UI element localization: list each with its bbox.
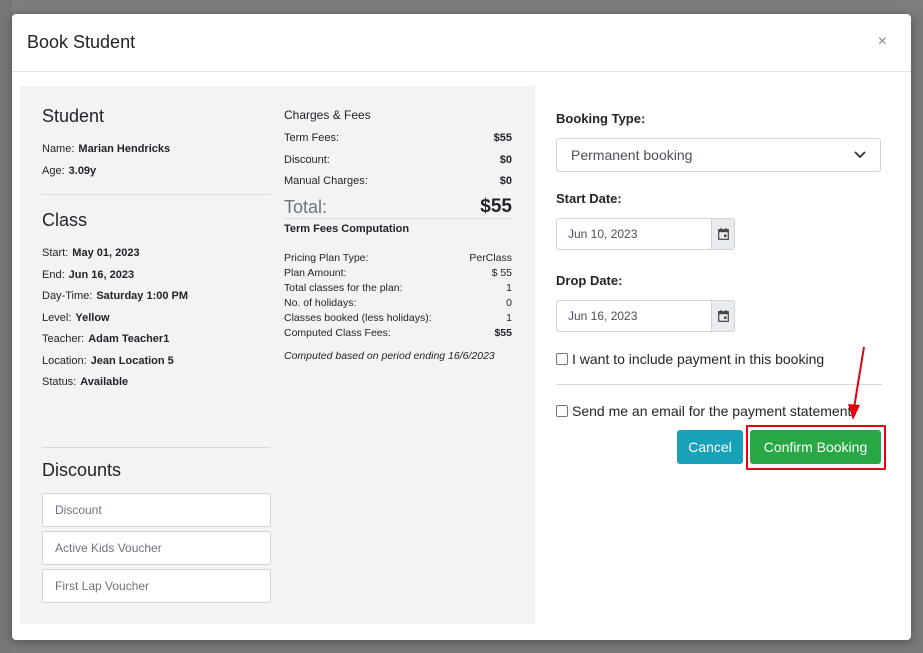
backdrop-left (0, 0, 12, 653)
total-row: Total: $55 (284, 193, 512, 219)
computation-row: No. of holidays: 0 (284, 296, 512, 309)
cancel-button[interactable]: Cancel (677, 430, 743, 464)
computation-row: Pricing Plan Type: PerClass (284, 251, 512, 264)
divider (42, 194, 270, 195)
charges-column: Charges & Fees Term Fees: $55 Discount: $0 M… (284, 108, 512, 362)
discounts-heading: Discounts (42, 459, 122, 480)
summary-panel: Student Name: Marian Hendricks Age: 3.09y … (20, 86, 535, 624)
book-student-modal: Book Student × Student Name: Marian Hendr… (12, 14, 911, 640)
computation-note: Computed based on period ending 16/6/202… (284, 349, 495, 362)
calendar-icon[interactable] (711, 300, 735, 332)
drop-date-input[interactable]: Jun 16, 2023 (556, 300, 711, 332)
backdrop (0, 0, 923, 14)
student-name: Name: Marian Hendricks (42, 143, 171, 155)
booking-type-label: Booking Type: (556, 111, 646, 126)
start-date-field: Jun 10, 2023 (556, 218, 735, 250)
total-label: Total: (284, 196, 328, 217)
booking-type-value: Permanent booking (571, 147, 693, 163)
computation-list: Pricing Plan Type: PerClass Plan Amount: $ … (284, 251, 512, 341)
calendar-icon[interactable] (711, 218, 735, 250)
email-checkbox[interactable] (556, 405, 568, 417)
charge-row: Term Fees: $55 (284, 132, 512, 144)
class-detail-row: End: Jun 16, 2023 (42, 268, 135, 281)
discount-input[interactable]: Discount (42, 492, 271, 527)
computation-row: Total classes for the plan: 1 (284, 281, 512, 294)
booking-type-select[interactable]: Permanent booking (556, 138, 881, 172)
modal-header: Book Student × (12, 14, 911, 72)
computation-row: Classes booked (less holidays): 1 (284, 311, 512, 324)
student-heading: Student (42, 106, 105, 126)
class-detail-row: Level: Yellow (42, 311, 110, 324)
class-heading: Class (42, 210, 88, 230)
total-value: $55 (480, 195, 512, 217)
include-payment-checkbox[interactable] (556, 353, 568, 365)
class-details: Start: May 01, 2023 End: Jun 16, 2023 Day-Ti… (42, 243, 270, 394)
confirm-booking-button[interactable]: Confirm Booking (750, 430, 881, 464)
modal-title: Book Student (27, 32, 136, 52)
class-detail-row: Location: Jean Location 5 (42, 354, 174, 367)
computation-heading: Term Fees Computation (284, 222, 410, 235)
computation-row: Plan Amount: $ 55 (284, 266, 512, 279)
include-payment-label: I want to include payment in this bookin… (572, 351, 825, 367)
drop-date-field: Jun 16, 2023 (556, 300, 735, 332)
computation-row: Computed Class Fees: $55 (284, 326, 512, 339)
charges-heading: Charges & Fees (284, 108, 371, 122)
class-detail-row: Status: Available (42, 376, 129, 388)
chevron-down-icon (854, 151, 866, 159)
start-date-label: Start Date: (556, 191, 622, 206)
email-label: Send me an email for the payment stateme… (572, 403, 852, 419)
charges-list: Term Fees: $55 Discount: $0 Manual Charges: $… (284, 128, 512, 193)
charge-row: Discount: $0 (284, 153, 512, 166)
class-detail-row: Teacher: Adam Teacher1 (42, 333, 170, 345)
charge-row: Manual Charges: $0 (284, 175, 512, 187)
start-date-input[interactable]: Jun 10, 2023 (556, 218, 711, 250)
class-detail-row: Day-Time: Saturday 1:00 PM (42, 290, 189, 302)
divider (42, 446, 270, 448)
student-age: Age: 3.09y (42, 164, 97, 177)
close-icon[interactable]: × (878, 34, 887, 50)
first-lap-voucher-input[interactable]: First Lap Voucher (42, 568, 271, 603)
class-detail-row: Start: May 01, 2023 (42, 247, 140, 259)
drop-date-label: Drop Date: (556, 273, 623, 288)
active-kids-voucher-input[interactable]: Active Kids Voucher (42, 530, 271, 565)
student-class-column: Student Name: Marian Hendricks Age: 3.09y … (42, 106, 271, 607)
red-arrow-annotation (848, 346, 865, 420)
